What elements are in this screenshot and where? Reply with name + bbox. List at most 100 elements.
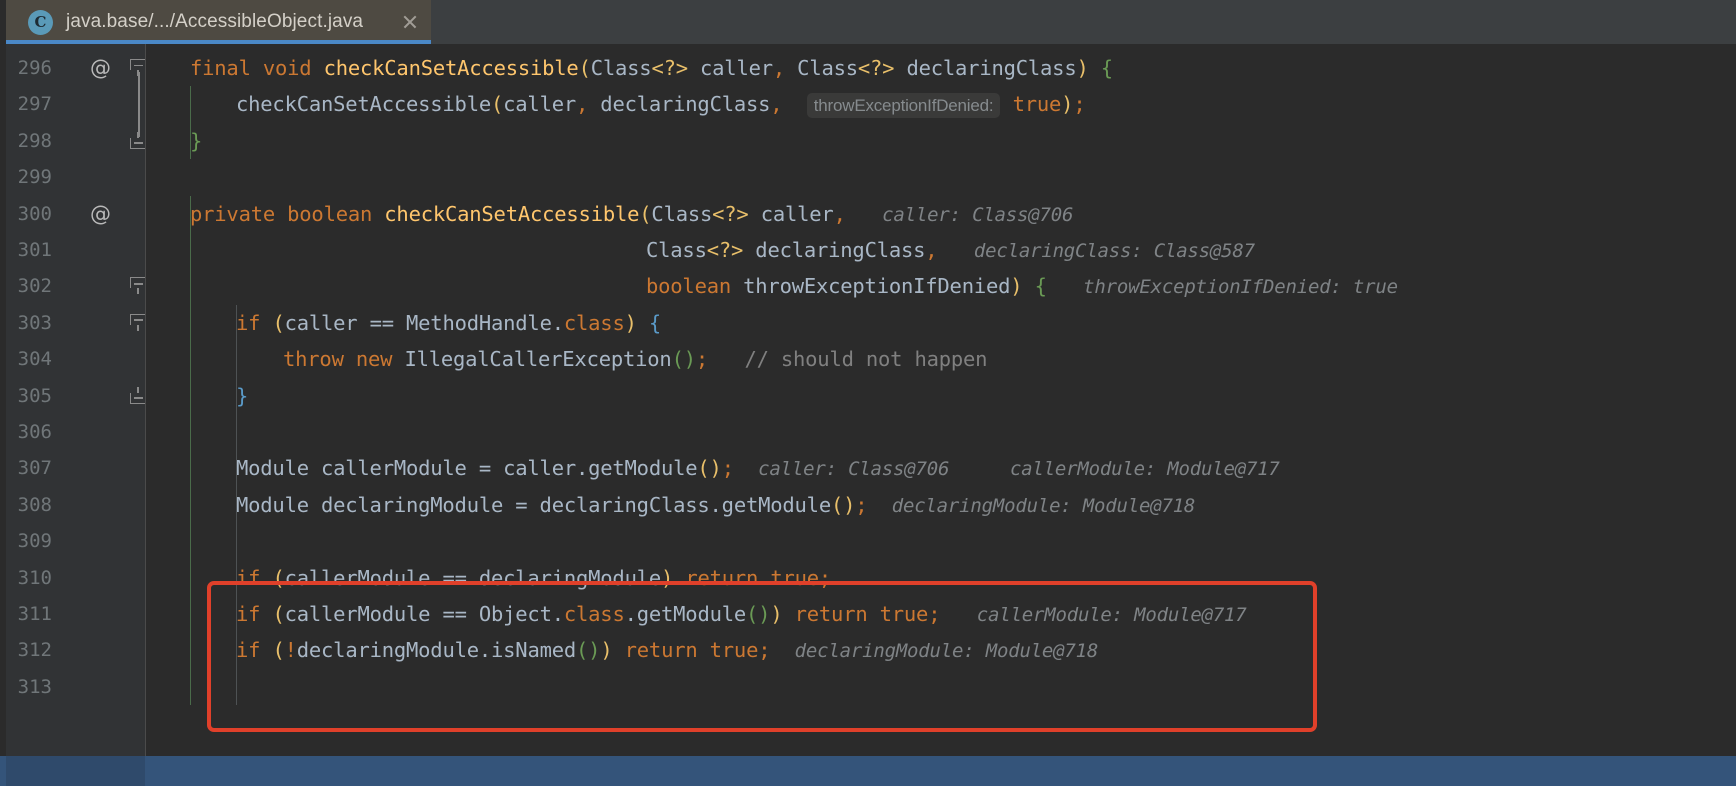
code-line[interactable]: throw new IllegalCallerException(); // s… [146, 341, 1736, 377]
code-token: <?> [651, 56, 688, 80]
code-token: checkCanSetAccessible [384, 201, 640, 226]
code-token: return [794, 602, 880, 626]
code-token: true [709, 638, 759, 663]
gutter-row: 309 [6, 523, 145, 559]
code-text-area[interactable]: final void checkCanSetAccessible(Class<?… [146, 44, 1736, 786]
code-token: ; [855, 492, 868, 517]
code-token: ) [624, 310, 637, 335]
code-token: boolean [646, 274, 744, 299]
line-number[interactable]: 298 [0, 123, 52, 159]
code-line[interactable]: } [146, 378, 1736, 414]
code-token: ; [721, 456, 734, 481]
line-number[interactable]: 302 [0, 268, 52, 304]
code-token: , [925, 238, 938, 262]
code-line[interactable]: Module callerModule = caller.getModule()… [146, 450, 1736, 486]
code-token: Class [646, 238, 707, 262]
line-number[interactable]: 312 [0, 632, 52, 668]
code-line[interactable]: final void checkCanSetAccessible(Class<?… [146, 50, 1736, 86]
code-token: caller [687, 56, 773, 80]
line-number[interactable]: 313 [0, 669, 52, 705]
code-line[interactable] [146, 159, 1736, 195]
code-line[interactable] [146, 523, 1736, 559]
code-line[interactable] [146, 414, 1736, 450]
code-token: ( [272, 310, 285, 335]
code-token: checkCanSetAccessible [323, 56, 579, 80]
line-number[interactable]: 307 [0, 450, 52, 486]
inline-debug-value-hint: declaringClass: Class@587 [973, 240, 1255, 262]
line-number[interactable]: 310 [0, 560, 52, 596]
line-number[interactable]: 308 [0, 487, 52, 523]
indent-guide [236, 414, 238, 706]
code-line[interactable]: if (caller == MethodHandle.class) { [146, 305, 1736, 341]
code-line-text: final void checkCanSetAccessible(Class<?… [190, 50, 1113, 86]
editor-gutter[interactable]: 296 @297 298 299 300 @301 302 303 304 305 306 307 30… [6, 44, 147, 786]
line-number[interactable]: 306 [0, 414, 52, 450]
gutter-row: 305 [6, 378, 147, 414]
code-token: private [190, 201, 288, 226]
editor-tab-accessibleobject[interactable]: C java.base/.../AccessibleObject.java [6, 0, 431, 44]
code-line[interactable]: checkCanSetAccessible(caller, declaringC… [146, 86, 1736, 122]
annotation-marker-icon[interactable]: @ [90, 50, 111, 86]
gutter-row: 296 @ [6, 50, 147, 86]
code-token: { [648, 310, 662, 335]
code-token: <?> [712, 201, 749, 226]
line-number[interactable]: 301 [0, 232, 52, 268]
code-token: () [671, 347, 696, 372]
code-line[interactable]: if (callerModule == declaringModule) ret… [146, 560, 1736, 596]
line-number[interactable]: 305 [0, 378, 52, 414]
gutter-row: 307 [6, 450, 145, 486]
code-token: ( [578, 56, 591, 80]
code-token: ; [758, 638, 771, 663]
code-token: final [190, 56, 263, 80]
code-line-text: Class<?> declaringClass, declaringClass:… [646, 232, 1255, 268]
inline-debug-value-hint: caller: Class@706 [758, 458, 950, 481]
code-line-text: throw new IllegalCallerException(); // s… [283, 341, 987, 377]
indent-guide [190, 195, 192, 706]
code-line-text: } [190, 123, 202, 159]
code-token: { [1034, 274, 1047, 299]
indent-guide [190, 86, 192, 160]
code-token: Class [651, 201, 713, 226]
code-line[interactable]: Module declaringModule = declaringClass.… [146, 487, 1736, 523]
code-token: Class [785, 56, 858, 80]
line-number[interactable]: 304 [0, 341, 52, 377]
code-line[interactable]: } [146, 123, 1736, 159]
code-line[interactable]: boolean throwExceptionIfDenied) { throwE… [146, 268, 1736, 304]
annotation-marker-icon[interactable]: @ [90, 196, 111, 232]
code-token: ( [639, 201, 652, 226]
line-number[interactable]: 311 [0, 596, 52, 632]
current-line-gutter [6, 756, 145, 786]
code-token: } [190, 128, 203, 153]
indent-guide [236, 304, 238, 414]
code-line-text: private boolean checkCanSetAccessible(Cl… [190, 196, 1073, 232]
gutter-row: 313 [6, 669, 145, 705]
line-number[interactable]: 303 [0, 305, 52, 341]
line-number[interactable]: 296 [0, 50, 52, 86]
code-line[interactable]: if (callerModule == Object.class.getModu… [146, 596, 1736, 632]
code-line[interactable]: private boolean checkCanSetAccessible(Cl… [146, 196, 1736, 232]
parameter-name-hint: throwExceptionIfDenied: [806, 93, 1001, 119]
code-token: if [236, 602, 273, 626]
code-token: .getModule [624, 602, 747, 626]
code-token: ( [272, 638, 285, 663]
code-line[interactable]: if (!declaringModule.isNamed()) return t… [146, 632, 1736, 668]
code-token: <?> [706, 238, 744, 262]
line-number[interactable]: 299 [0, 159, 52, 195]
gutter-row: 302 [6, 268, 147, 304]
code-line-text: Module callerModule = caller.getModule()… [236, 450, 1280, 486]
code-token: , [772, 56, 786, 80]
code-editor[interactable]: 296 @297 298 299 300 @301 302 303 304 305 306 307 30… [0, 44, 1736, 786]
close-icon[interactable] [399, 11, 421, 33]
line-number[interactable]: 309 [0, 523, 52, 559]
code-line[interactable]: Class<?> declaringClass, declaringClass:… [146, 232, 1736, 268]
line-number[interactable]: 300 [0, 196, 52, 232]
code-token: if [236, 638, 273, 663]
code-line[interactable] [146, 669, 1736, 705]
line-number[interactable]: 297 [0, 86, 52, 122]
